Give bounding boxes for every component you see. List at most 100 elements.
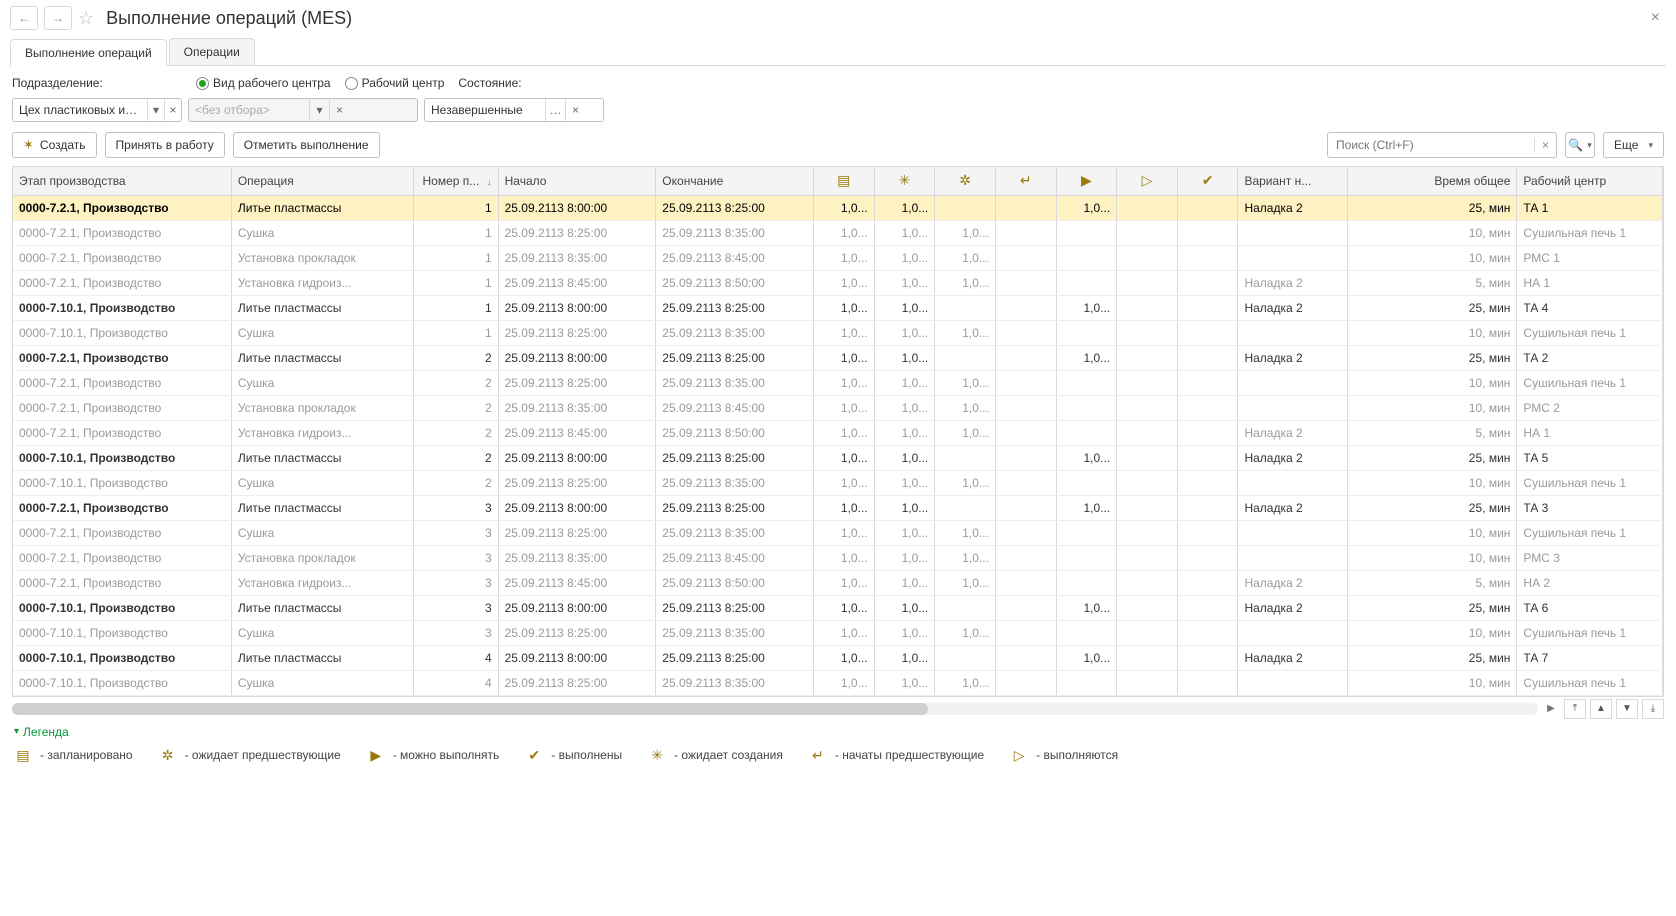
clear-icon[interactable]: × xyxy=(164,99,181,121)
table-cell: Установка прокладок xyxy=(231,545,413,570)
table-row[interactable]: 0000-7.2.1, ПроизводствоУстановка прокла… xyxy=(13,395,1663,420)
close-button[interactable]: × xyxy=(1645,9,1666,27)
department-combo[interactable]: Цех пластиковых изделий ▾ × xyxy=(12,98,182,122)
table-cell xyxy=(1056,245,1117,270)
col-workcenter[interactable]: Рабочий центр xyxy=(1517,167,1663,195)
more-button[interactable]: Еще ▾ xyxy=(1603,132,1664,158)
table-cell: 0000-7.2.1, Производство xyxy=(13,395,231,420)
status-combo[interactable]: Незавершенные … × xyxy=(424,98,604,122)
table-row[interactable]: 0000-7.2.1, ПроизводствоЛитье пластмассы… xyxy=(13,195,1663,220)
table-row[interactable]: 0000-7.2.1, ПроизводствоУстановка прокла… xyxy=(13,545,1663,570)
grid-nav-down[interactable]: ▼ xyxy=(1616,699,1638,719)
table-row[interactable]: 0000-7.2.1, ПроизводствоСушка125.09.2113… xyxy=(13,220,1663,245)
table-row[interactable]: 0000-7.2.1, ПроизводствоУстановка гидрои… xyxy=(13,570,1663,595)
table-row[interactable]: 0000-7.10.1, ПроизводствоЛитье пластмасс… xyxy=(13,595,1663,620)
wc-filter-combo[interactable]: <без отбора> ▾ × xyxy=(188,98,418,122)
table-cell: 1,0... xyxy=(813,670,874,695)
table-row[interactable]: 0000-7.2.1, ПроизводствоСушка225.09.2113… xyxy=(13,370,1663,395)
table-cell xyxy=(1117,195,1178,220)
col-running-icon[interactable]: ▷ xyxy=(1117,167,1178,195)
horizontal-scrollbar[interactable] xyxy=(12,703,1538,715)
col-variant[interactable]: Вариант н... xyxy=(1238,167,1347,195)
dropdown-icon[interactable]: ▾ xyxy=(309,99,329,121)
table-cell xyxy=(1056,395,1117,420)
search-input[interactable] xyxy=(1328,138,1534,152)
table-cell: Сушка xyxy=(231,470,413,495)
table-row[interactable]: 0000-7.10.1, ПроизводствоЛитье пластмасс… xyxy=(13,645,1663,670)
col-number-label: Номер п... xyxy=(423,174,480,188)
table-cell xyxy=(1177,295,1238,320)
tab-operations[interactable]: Операции xyxy=(169,38,255,65)
grid-nav-bottom[interactable]: ⤓ xyxy=(1642,699,1664,719)
col-stage[interactable]: Этап производства xyxy=(13,167,231,195)
table-cell: 1,0... xyxy=(874,220,935,245)
table-cell: 1,0... xyxy=(1056,195,1117,220)
radio-unchecked-icon xyxy=(345,77,358,90)
legend-item: ✳- ожидает создания xyxy=(648,747,783,764)
dropdown-icon[interactable]: ▾ xyxy=(147,99,164,121)
table-cell: 25.09.2113 8:25:00 xyxy=(656,345,814,370)
grid-nav-up[interactable]: ▲ xyxy=(1590,699,1612,719)
radio-wc-type[interactable]: Вид рабочего центра xyxy=(196,76,331,90)
table-cell: 1,0... xyxy=(935,570,996,595)
table-cell: 1,0... xyxy=(874,470,935,495)
accept-button[interactable]: Принять в работу xyxy=(105,132,225,158)
col-start[interactable]: Начало xyxy=(498,167,656,195)
more-icon[interactable]: … xyxy=(545,99,565,121)
department-label: Подразделение: xyxy=(12,76,182,90)
running-icon: ▷ xyxy=(1142,172,1153,189)
table-cell: 1,0... xyxy=(935,545,996,570)
table-row[interactable]: 0000-7.10.1, ПроизводствоСушка325.09.211… xyxy=(13,620,1663,645)
col-can-run-icon[interactable]: ▶ xyxy=(1056,167,1117,195)
table-cell: 25.09.2113 8:00:00 xyxy=(498,495,656,520)
mark-done-button[interactable]: Отметить выполнение xyxy=(233,132,380,158)
col-number[interactable]: Номер п... ↓ xyxy=(413,167,498,195)
table-cell: 25, мин xyxy=(1347,495,1517,520)
grid-nav-top[interactable]: ⤒ xyxy=(1564,699,1586,719)
table-cell: ТА 1 xyxy=(1517,195,1663,220)
col-time[interactable]: Время общее xyxy=(1347,167,1517,195)
table-row[interactable]: 0000-7.2.1, ПроизводствоУстановка гидрои… xyxy=(13,420,1663,445)
table-row[interactable]: 0000-7.10.1, ПроизводствоСушка425.09.211… xyxy=(13,670,1663,695)
table-row[interactable]: 0000-7.2.1, ПроизводствоЛитье пластмассы… xyxy=(13,345,1663,370)
table-cell xyxy=(995,420,1056,445)
col-planned-icon[interactable]: ▤ xyxy=(813,167,874,195)
col-await-create-icon[interactable]: ✳ xyxy=(874,167,935,195)
table-cell: 25.09.2113 8:35:00 xyxy=(656,220,814,245)
table-cell: 0000-7.10.1, Производство xyxy=(13,620,231,645)
nav-forward-button[interactable]: → xyxy=(44,6,72,30)
legend-toggle[interactable]: Легенда xyxy=(14,725,1662,739)
table-row[interactable]: 0000-7.2.1, ПроизводствоУстановка гидрои… xyxy=(13,270,1663,295)
table-row[interactable]: 0000-7.2.1, ПроизводствоУстановка прокла… xyxy=(13,245,1663,270)
table-row[interactable]: 0000-7.10.1, ПроизводствоЛитье пластмасс… xyxy=(13,445,1663,470)
col-operation[interactable]: Операция xyxy=(231,167,413,195)
col-await-prev-icon[interactable]: ✲ xyxy=(935,167,996,195)
table-cell: 0000-7.2.1, Производство xyxy=(13,195,231,220)
table-row[interactable]: 0000-7.10.1, ПроизводствоСушка125.09.211… xyxy=(13,320,1663,345)
col-started-prev-icon[interactable]: ↵ xyxy=(995,167,1056,195)
scroll-right-icon[interactable]: ▶ xyxy=(1544,702,1558,716)
tab-operations-exec[interactable]: Выполнение операций xyxy=(10,39,167,66)
clear-icon[interactable]: × xyxy=(329,99,349,121)
create-button[interactable]: ✶ Создать xyxy=(12,132,97,158)
table-cell: 25.09.2113 8:25:00 xyxy=(656,195,814,220)
search-field[interactable]: × xyxy=(1327,132,1557,158)
radio-wc[interactable]: Рабочий центр xyxy=(345,76,445,90)
table-row[interactable]: 0000-7.2.1, ПроизводствоСушка325.09.2113… xyxy=(13,520,1663,545)
col-done-icon[interactable]: ✔ xyxy=(1177,167,1238,195)
table-row[interactable]: 0000-7.2.1, ПроизводствоЛитье пластмассы… xyxy=(13,495,1663,520)
clear-search-icon[interactable]: × xyxy=(1534,138,1556,152)
nav-back-button[interactable]: ← xyxy=(10,6,38,30)
favorite-star-icon[interactable]: ☆ xyxy=(78,8,94,29)
table-cell: ТА 6 xyxy=(1517,595,1663,620)
clear-icon[interactable]: × xyxy=(565,99,585,121)
search-menu-button[interactable]: 🔍▾ xyxy=(1565,132,1595,158)
table-cell xyxy=(995,545,1056,570)
table-cell xyxy=(995,395,1056,420)
table-row[interactable]: 0000-7.10.1, ПроизводствоСушка225.09.211… xyxy=(13,470,1663,495)
table-cell: Наладка 2 xyxy=(1238,295,1347,320)
table-row[interactable]: 0000-7.10.1, ПроизводствоЛитье пластмасс… xyxy=(13,295,1663,320)
col-end[interactable]: Окончание xyxy=(656,167,814,195)
table-cell xyxy=(1117,495,1178,520)
table-cell: 1 xyxy=(413,270,498,295)
